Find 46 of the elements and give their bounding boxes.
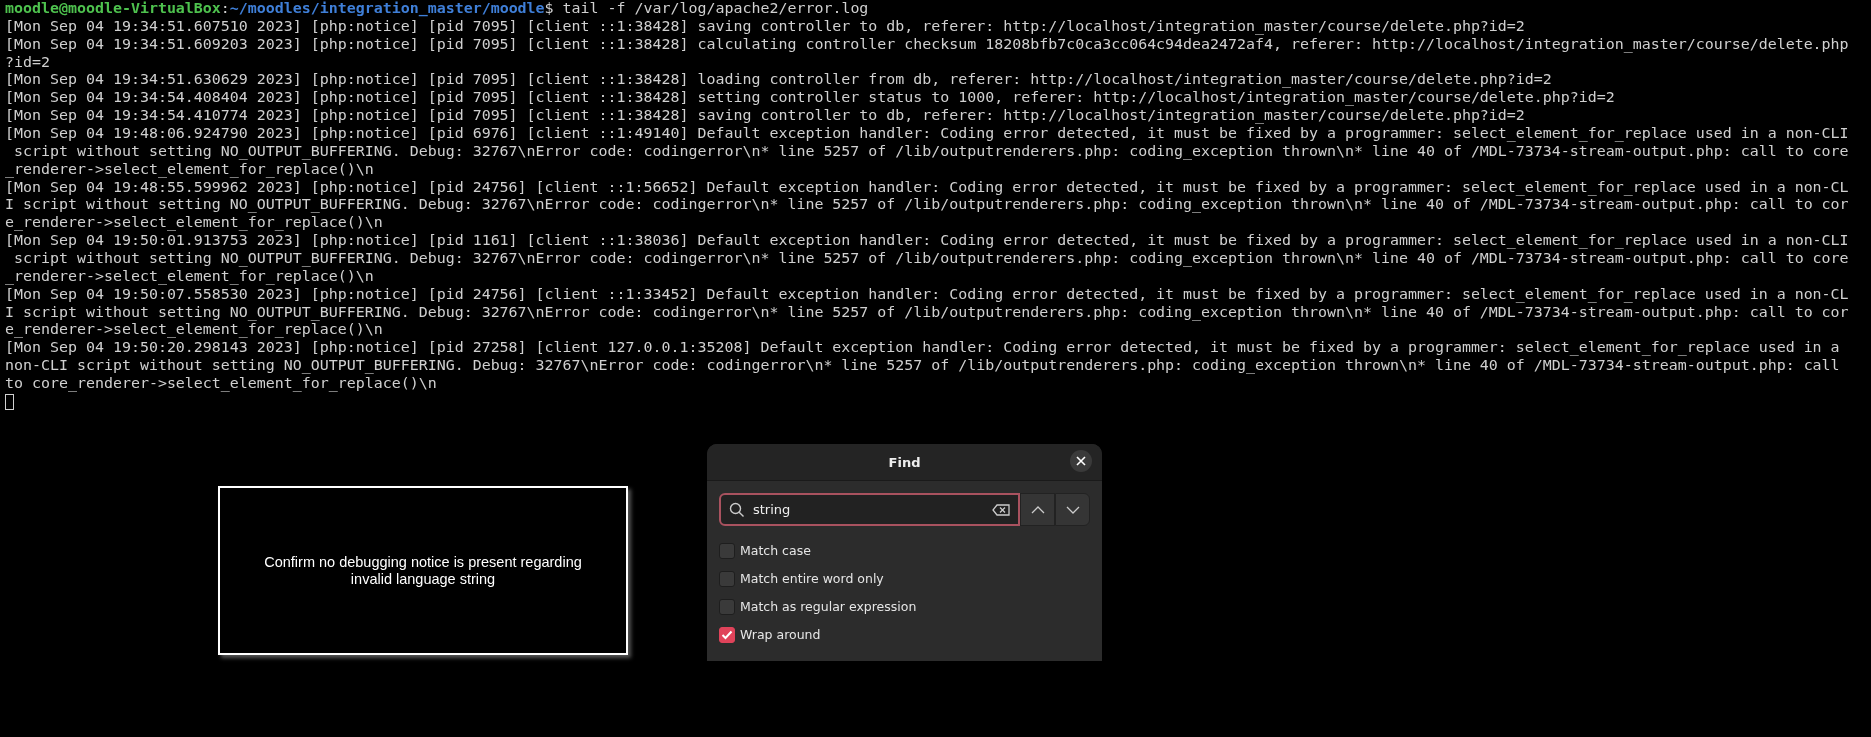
note-text: Confirm no debugging notice is present regarding invalid language string [263, 553, 583, 588]
search-input[interactable]: string [753, 502, 984, 517]
log-line: e_renderer->select_element_for_replace()\n [5, 213, 383, 232]
clear-icon[interactable] [992, 503, 1010, 516]
log-line: [Mon Sep 04 19:48:06.924790 2023] [php:notice] [pid 6976] [client ::1:49140] Default exception handler: Coding error detected, it must be fixed by a programmer: select_element_for_replace used in a non-CLI [5, 124, 1849, 142]
option-label[interactable]: Match as regular expression [740, 599, 917, 614]
log-line: I script without setting NO_OUTPUT_BUFFERING. Debug: 32767\nError code: codingerror\n* line 5257 of /lib/outputrenderers.php: coding_exception thrown\n* line 40 of /MDL-73734-stream-output.php: call to cor [5, 195, 1849, 214]
log-line: script without setting NO_OUTPUT_BUFFERING. Debug: 32767\nError code: codingerror\n* line 5257 of /lib/outputrenderers.php: coding_exception thrown\n* line 40 of /MDL-73734-stream-output.php: call to core [13, 141, 1849, 160]
checkbox[interactable] [719, 570, 735, 587]
log-line: [Mon Sep 04 19:34:51.609203 2023] [php:notice] [pid 7095] [client ::1:38428] calculating controller checksum 18208bfb7c0ca3cc064c94dea2472af4, referer: http://localhost/integration_master/course/delete.php [5, 34, 1849, 53]
close-icon [1076, 456, 1086, 466]
log-line: [Mon Sep 04 19:50:20.298143 2023] [php:notice] [pid 27258] [client 127.0.0.1:35208] Default exception handler: Coding error detected, it must be fixed by a programmer: select_element_for_replace used in a [5, 338, 1840, 357]
log-line: I script without setting NO_OUTPUT_BUFFERING. Debug: 32767\nError code: codingerror\n* line 5257 of /lib/outputrenderers.php: coding_exception thrown\n* line 40 of /MDL-73734-stream-output.php: call to cor [5, 302, 1849, 321]
log-line: ?id=2 [5, 52, 50, 71]
log-line: non-CLI script without setting NO_OUTPUT_BUFFERING. Debug: 32767\nError code: codingerror\n* line 5257 of /lib/outputrenderers.php: coding_exception thrown\n* line 40 of /MDL-73734-stream-output.php: call [5, 356, 1840, 375]
log-line: [Mon Sep 04 19:50:01.913753 2023] [php:notice] [pid 1161] [client ::1:38036] Default exception handler: Coding error detected, it must be fixed by a programmer: select_element_for_replace used in a non-CLI [5, 231, 1849, 250]
previous-button[interactable] [1020, 493, 1055, 526]
prompt-separator: : [220, 0, 230, 17]
search-field[interactable]: string [719, 493, 1020, 526]
prompt-path: ~/moodles/integration_master/moodle [229, 0, 545, 17]
dialog-title: Find [888, 454, 921, 470]
next-button[interactable] [1055, 493, 1090, 526]
log-line: e_renderer->select_element_for_replace()\n [5, 320, 383, 339]
prompt-user-host: moodle@moodle-VirtualBox [5, 0, 221, 17]
log-line: to core_renderer->select_element_for_replace()\n [5, 374, 437, 393]
close-button[interactable] [1070, 450, 1092, 472]
command-text: $ tail -f /var/log/apache2/error.log [544, 0, 869, 17]
log-line: [Mon Sep 04 19:34:54.410774 2023] [php:notice] [pid 7095] [client ::1:38428] saving controller to db, referer: http://localhost/integration_master/course/delete.php?id=2 [5, 106, 1525, 125]
checkbox[interactable] [719, 598, 735, 615]
log-line: [Mon Sep 04 19:48:55.599962 2023] [php:notice] [pid 24756] [client ::1:56652] Default exception handler: Coding error detected, it must be fixed by a programmer: select_element_for_replace used in a non-CL [5, 177, 1849, 196]
chevron-up-icon [1030, 505, 1045, 514]
option-label[interactable]: Match case [740, 543, 811, 558]
checkbox[interactable] [719, 542, 735, 559]
search-icon [729, 501, 745, 518]
log-line: [Mon Sep 04 19:34:51.607510 2023] [php:notice] [pid 7095] [client ::1:38428] saving controller to db, referer: http://localhost/integration_master/course/delete.php?id=2 [5, 16, 1525, 35]
chevron-down-icon [1065, 505, 1080, 514]
log-line: _renderer->select_element_for_replace()\n [5, 159, 374, 178]
log-line: [Mon Sep 04 19:50:07.558530 2023] [php:notice] [pid 24756] [client ::1:33452] Default exception handler: Coding error detected, it must be fixed by a programmer: select_element_for_replace used in a non-CL [5, 284, 1849, 303]
checkbox[interactable] [719, 626, 735, 643]
terminal-cursor [5, 393, 14, 410]
option-label[interactable]: Wrap around [740, 627, 821, 642]
log-line: script without setting NO_OUTPUT_BUFFERING. Debug: 32767\nError code: codingerror\n* line 5257 of /lib/outputrenderers.php: coding_exception thrown\n* line 40 of /MDL-73734-stream-output.php: call to core [13, 249, 1849, 268]
log-line: [Mon Sep 04 19:34:51.630629 2023] [php:notice] [pid 7095] [client ::1:38428] loading controller from db, referer: http://localhost/integration_master/course/delete.php?id=2 [5, 70, 1552, 89]
log-line: [Mon Sep 04 19:34:54.408404 2023] [php:notice] [pid 7095] [client ::1:38428] setting controller status to 1000, referer: http://localhost/integration_master/course/delete.php?id=2 [5, 88, 1615, 107]
option-label[interactable]: Match entire word only [740, 571, 884, 586]
log-line: _renderer->select_element_for_replace()\n [5, 266, 374, 285]
